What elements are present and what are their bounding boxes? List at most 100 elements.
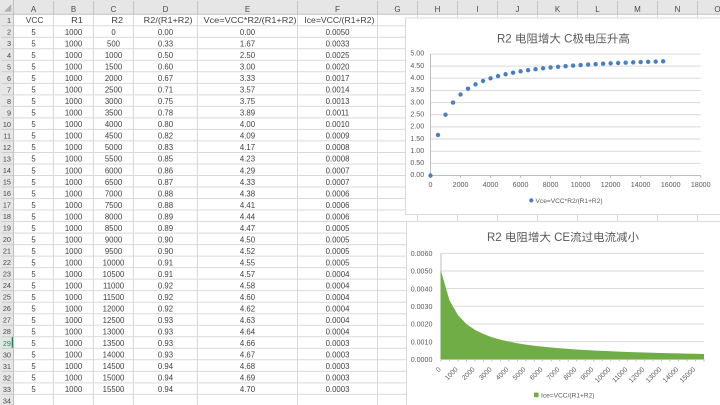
- svg-text:0.0009: 0.0009: [326, 132, 350, 141]
- svg-text:0.0005: 0.0005: [326, 224, 351, 233]
- svg-text:0.83: 0.83: [158, 143, 173, 152]
- svg-text:5: 5: [31, 305, 36, 314]
- svg-text:14500: 14500: [103, 362, 125, 371]
- svg-text:7500: 7500: [105, 201, 123, 210]
- svg-text:4.17: 4.17: [240, 143, 255, 152]
- svg-text:5: 5: [31, 328, 36, 337]
- svg-text:1000: 1000: [65, 51, 83, 60]
- svg-text:0.0008: 0.0008: [326, 143, 350, 152]
- svg-text:10500: 10500: [103, 270, 125, 279]
- svg-text:5: 5: [7, 62, 11, 71]
- svg-text:4.33: 4.33: [240, 178, 255, 187]
- svg-text:0.0017: 0.0017: [326, 74, 350, 83]
- svg-text:9000: 9000: [105, 235, 123, 244]
- svg-text:N: N: [675, 5, 681, 14]
- svg-text:5: 5: [31, 270, 36, 279]
- svg-text:12500: 12500: [103, 316, 125, 325]
- svg-text:1000: 1000: [65, 224, 83, 233]
- svg-text:6500: 6500: [105, 178, 123, 187]
- svg-text:B: B: [71, 5, 76, 14]
- svg-text:5: 5: [31, 258, 36, 267]
- svg-text:5: 5: [31, 120, 36, 129]
- svg-text:4.41: 4.41: [240, 201, 255, 210]
- svg-text:0.0013: 0.0013: [326, 97, 350, 106]
- svg-text:5: 5: [31, 293, 36, 302]
- svg-text:4.09: 4.09: [240, 132, 255, 141]
- svg-text:6000: 6000: [513, 181, 529, 189]
- svg-text:8500: 8500: [105, 224, 123, 233]
- svg-text:A: A: [31, 5, 37, 14]
- svg-text:0.93: 0.93: [158, 351, 173, 360]
- svg-text:13: 13: [3, 154, 11, 163]
- svg-text:6: 6: [7, 74, 11, 83]
- svg-text:1000: 1000: [65, 40, 83, 49]
- svg-text:0.71: 0.71: [158, 86, 173, 95]
- svg-text:1000: 1000: [65, 293, 83, 302]
- svg-text:E: E: [245, 5, 250, 14]
- svg-text:4.50: 4.50: [240, 235, 256, 244]
- svg-text:0.85: 0.85: [158, 155, 174, 164]
- svg-text:5: 5: [31, 385, 36, 394]
- svg-text:0.0050: 0.0050: [411, 268, 433, 276]
- svg-text:5: 5: [31, 97, 36, 106]
- svg-text:1000: 1000: [65, 63, 83, 72]
- svg-text:1.50: 1.50: [410, 135, 424, 143]
- svg-text:0.0005: 0.0005: [326, 235, 351, 244]
- svg-text:1000: 1000: [65, 247, 83, 256]
- svg-text:5.00: 5.00: [410, 50, 424, 58]
- svg-text:VCC: VCC: [26, 16, 44, 25]
- svg-text:0.90: 0.90: [158, 247, 174, 256]
- svg-text:0.0033: 0.0033: [326, 40, 350, 49]
- svg-text:15000: 15000: [103, 374, 125, 383]
- svg-text:0.0004: 0.0004: [326, 293, 351, 302]
- svg-text:0.0006: 0.0006: [326, 212, 350, 221]
- svg-text:5: 5: [31, 51, 36, 60]
- svg-text:29: 29: [3, 339, 11, 348]
- svg-text:0.89: 0.89: [158, 212, 173, 221]
- svg-text:0.94: 0.94: [158, 362, 174, 371]
- svg-text:3500: 3500: [105, 109, 123, 118]
- svg-text:5: 5: [31, 339, 36, 348]
- svg-text:0.0060: 0.0060: [411, 250, 433, 258]
- svg-text:30: 30: [3, 350, 11, 359]
- svg-text:34: 34: [3, 396, 11, 405]
- svg-text:4.69: 4.69: [240, 374, 255, 383]
- svg-text:CE: CE: [554, 232, 570, 244]
- svg-text:5: 5: [31, 109, 36, 118]
- svg-text:21: 21: [3, 247, 11, 256]
- svg-text:0.0003: 0.0003: [326, 374, 350, 383]
- svg-text:0.88: 0.88: [158, 201, 173, 210]
- svg-text:4.64: 4.64: [240, 328, 256, 337]
- svg-text:R1: R1: [71, 16, 83, 25]
- svg-text:3.50: 3.50: [410, 86, 424, 94]
- svg-text:8000: 8000: [543, 181, 559, 189]
- svg-text:1000: 1000: [65, 362, 83, 371]
- svg-text:24: 24: [3, 281, 11, 290]
- svg-text:0.50: 0.50: [410, 159, 424, 167]
- svg-text:Vce=VCC*R2/(R1+R2): Vce=VCC*R2/(R1+R2): [204, 16, 297, 25]
- svg-text:8: 8: [7, 97, 11, 106]
- svg-text:0.94: 0.94: [158, 385, 174, 394]
- svg-text:3.00: 3.00: [410, 98, 424, 106]
- svg-text:12000: 12000: [103, 305, 125, 314]
- svg-text:0.0004: 0.0004: [326, 281, 351, 290]
- svg-text:4.55: 4.55: [240, 258, 256, 267]
- svg-text:4.29: 4.29: [240, 166, 255, 175]
- svg-text:1000: 1000: [65, 258, 83, 267]
- svg-text:5: 5: [31, 28, 36, 37]
- svg-text:4.00: 4.00: [240, 120, 256, 129]
- svg-text:4.67: 4.67: [240, 351, 255, 360]
- svg-text:6000: 6000: [105, 166, 123, 175]
- svg-text:0: 0: [111, 28, 116, 37]
- svg-text:R2/(R1+R2): R2/(R1+R2): [144, 16, 193, 25]
- svg-text:G: G: [394, 5, 400, 14]
- svg-text:5: 5: [31, 189, 36, 198]
- svg-text:4.00: 4.00: [410, 74, 424, 82]
- svg-text:J: J: [516, 5, 520, 14]
- svg-text:4.60: 4.60: [240, 293, 256, 302]
- svg-text:1000: 1000: [105, 51, 123, 60]
- svg-text:0: 0: [429, 181, 433, 189]
- svg-text:R2: R2: [111, 16, 123, 25]
- svg-text:0.0007: 0.0007: [326, 178, 350, 187]
- svg-text:10000: 10000: [571, 181, 591, 189]
